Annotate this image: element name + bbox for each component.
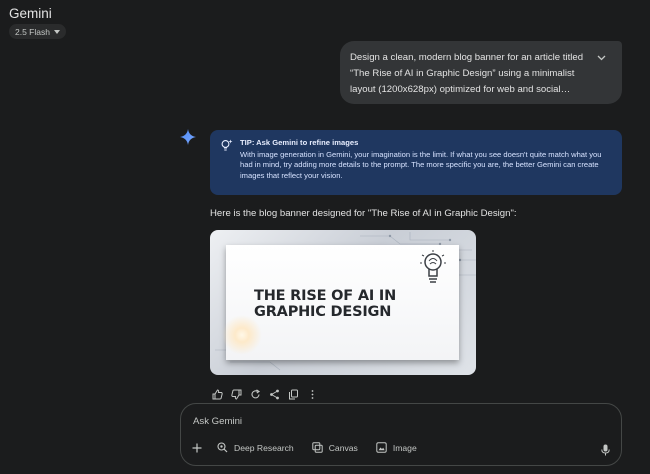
- regenerate-icon[interactable]: [249, 388, 261, 400]
- composer-tools: Deep Research Canvas Image: [192, 442, 435, 453]
- prompt-input[interactable]: Ask Gemini: [193, 416, 242, 427]
- user-message-text: Design a clean, modern blog banner for a…: [350, 52, 584, 95]
- model-label: 2.5 Flash: [15, 26, 50, 37]
- plus-icon: [192, 443, 202, 453]
- image-icon: [376, 442, 387, 453]
- image-button[interactable]: Image: [376, 442, 417, 453]
- copy-icon[interactable]: [287, 388, 299, 400]
- tip-card: TIP: Ask Gemini to refine images With im…: [210, 130, 622, 195]
- more-vert-icon[interactable]: [306, 388, 318, 400]
- generated-image[interactable]: THE RISE OF AI IN GRAPHIC DESIGN: [210, 230, 476, 375]
- user-message: Design a clean, modern blog banner for a…: [340, 41, 622, 104]
- gemini-sparkle-icon: [180, 129, 196, 145]
- prompt-composer[interactable]: Ask Gemini Deep Research Canvas Image: [180, 403, 622, 466]
- share-icon[interactable]: [268, 388, 280, 400]
- add-attachment-button[interactable]: [192, 443, 202, 453]
- app-title: Gemini: [9, 6, 52, 21]
- light-burst: [222, 315, 262, 355]
- canvas-button[interactable]: Canvas: [312, 442, 358, 453]
- banner-title-text: THE RISE OF AI IN GRAPHIC DESIGN: [254, 288, 397, 320]
- tip-title: TIP: Ask Gemini to refine images: [240, 138, 359, 147]
- expand-chevron-icon[interactable]: [597, 55, 606, 61]
- lightbulb-brain-icon: [420, 250, 446, 286]
- tip-body: With image generation in Gemini, your im…: [240, 149, 602, 180]
- model-selector[interactable]: 2.5 Flash: [9, 24, 66, 39]
- image-label: Image: [392, 442, 417, 453]
- deep-research-button[interactable]: Deep Research: [217, 442, 294, 453]
- microphone-icon[interactable]: [601, 444, 610, 456]
- thumbs-up-icon[interactable]: [211, 388, 223, 400]
- thumbs-down-icon[interactable]: [230, 388, 242, 400]
- deep-research-label: Deep Research: [234, 442, 294, 453]
- deep-research-icon: [217, 442, 228, 453]
- response-actions: [211, 388, 318, 400]
- chevron-down-icon: [53, 29, 60, 34]
- lightbulb-spark-icon: [220, 139, 233, 152]
- canvas-label: Canvas: [328, 442, 358, 453]
- canvas-icon: [312, 442, 323, 453]
- response-text: Here is the blog banner designed for "Th…: [210, 208, 517, 219]
